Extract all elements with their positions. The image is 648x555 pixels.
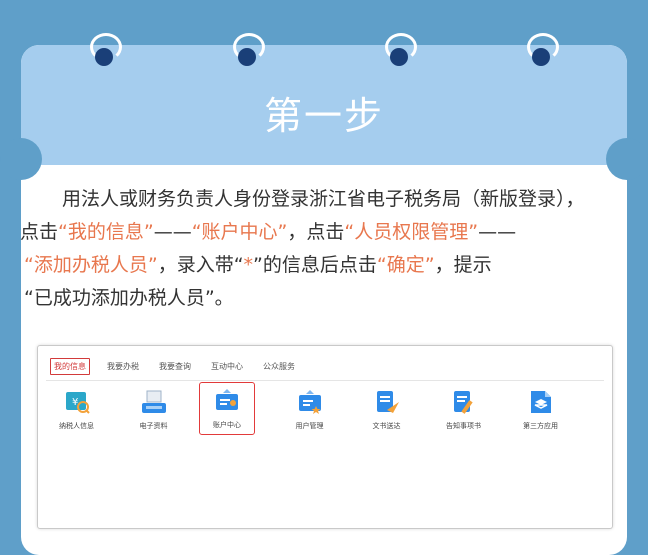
app-document-delivery[interactable]: 文书送达	[348, 388, 425, 435]
binder-ring-icon	[524, 33, 559, 73]
document-delivery-icon	[373, 388, 401, 416]
portal-screenshot: 我的信息 我要办税 我要查询 互动中心 公众服务 ¥ 纳税人信息 电子资料 账户中心 用户管理 文…	[37, 345, 613, 529]
nav-tab[interactable]: 我要查询	[156, 359, 194, 374]
instruction-text: ”的信息后点击	[253, 254, 377, 276]
app-label: 告知事项书	[446, 422, 481, 430]
taxpayer-info-icon: ¥	[63, 388, 91, 416]
account-center-icon	[213, 387, 241, 415]
instruction-text: ——	[153, 221, 192, 243]
app-grid: ¥ 纳税人信息 电子资料 账户中心 用户管理 文书送达 告知事项书 第三方应用	[38, 382, 612, 435]
nav-tab[interactable]: 公众服务	[260, 359, 298, 374]
highlighted-term: “人员权限管理”	[344, 221, 479, 243]
binder-ring-icon	[230, 33, 265, 73]
app-taxpayer-info[interactable]: ¥ 纳税人信息	[38, 388, 115, 435]
instruction-text: 用法人或财务负责人身份登录浙江省电子税务局（新版登录），	[24, 188, 585, 210]
nav-tab[interactable]: 我要办税	[104, 359, 142, 374]
instruction-paragraph: 用法人或财务负责人身份登录浙江省电子税务局（新版登录）， 点击“我的信息”——“账…	[20, 183, 634, 315]
app-label: 电子资料	[139, 422, 168, 430]
app-user-management[interactable]: 用户管理	[271, 388, 348, 435]
card-notch-left	[0, 138, 42, 180]
highlighted-term: “我的信息”	[58, 221, 154, 243]
instruction-text: ，提示	[434, 254, 492, 276]
step-title: 第一步	[263, 94, 384, 138]
app-notice-book[interactable]: 告知事项书	[425, 388, 502, 435]
portal-nav: 我的信息 我要办税 我要查询 互动中心 公众服务	[50, 356, 298, 376]
third-party-apps-icon	[527, 388, 555, 416]
user-management-icon	[296, 388, 324, 416]
instruction-line: “已成功添加办税人员”。	[24, 282, 634, 315]
nav-tab[interactable]: 我的信息	[50, 357, 90, 375]
app-account-center[interactable]: 账户中心	[199, 382, 255, 435]
app-label: 账户中心	[213, 421, 241, 429]
nav-tab[interactable]: 互动中心	[208, 359, 246, 374]
binder-ring-icon	[382, 33, 417, 73]
highlighted-term: “确定”	[376, 254, 435, 276]
nav-divider	[46, 380, 604, 381]
instruction-line: “添加办税人员”，录入带“*”的信息后点击“确定”，提示	[24, 249, 634, 282]
instruction-text: 点击	[20, 221, 59, 243]
app-label: 纳税人信息	[59, 422, 94, 430]
instruction-text: ——	[478, 221, 517, 243]
binder-ring-icon	[87, 33, 122, 73]
electronic-docs-icon	[140, 388, 168, 416]
app-third-party-apps[interactable]: 第三方应用	[502, 388, 579, 435]
app-label: 用户管理	[295, 422, 324, 430]
app-label: 文书送达	[372, 422, 401, 430]
app-label: 第三方应用	[523, 422, 558, 430]
instruction-line: 用法人或财务负责人身份登录浙江省电子税务局（新版登录），	[24, 183, 634, 216]
notice-book-icon	[450, 388, 478, 416]
instruction-line: 点击“我的信息”——“账户中心”，点击“人员权限管理”——	[20, 216, 634, 249]
card-notch-right	[606, 138, 648, 180]
app-electronic-docs[interactable]: 电子资料	[115, 388, 192, 435]
instruction-text: “已成功添加办税人员”。	[24, 287, 234, 309]
highlighted-term: “添加办税人员”	[24, 254, 158, 276]
instruction-text: ，录入带“	[157, 254, 244, 276]
highlighted-term: “账户中心”	[191, 221, 288, 243]
instruction-text: ，点击	[287, 221, 345, 243]
highlighted-term: *	[243, 254, 254, 276]
